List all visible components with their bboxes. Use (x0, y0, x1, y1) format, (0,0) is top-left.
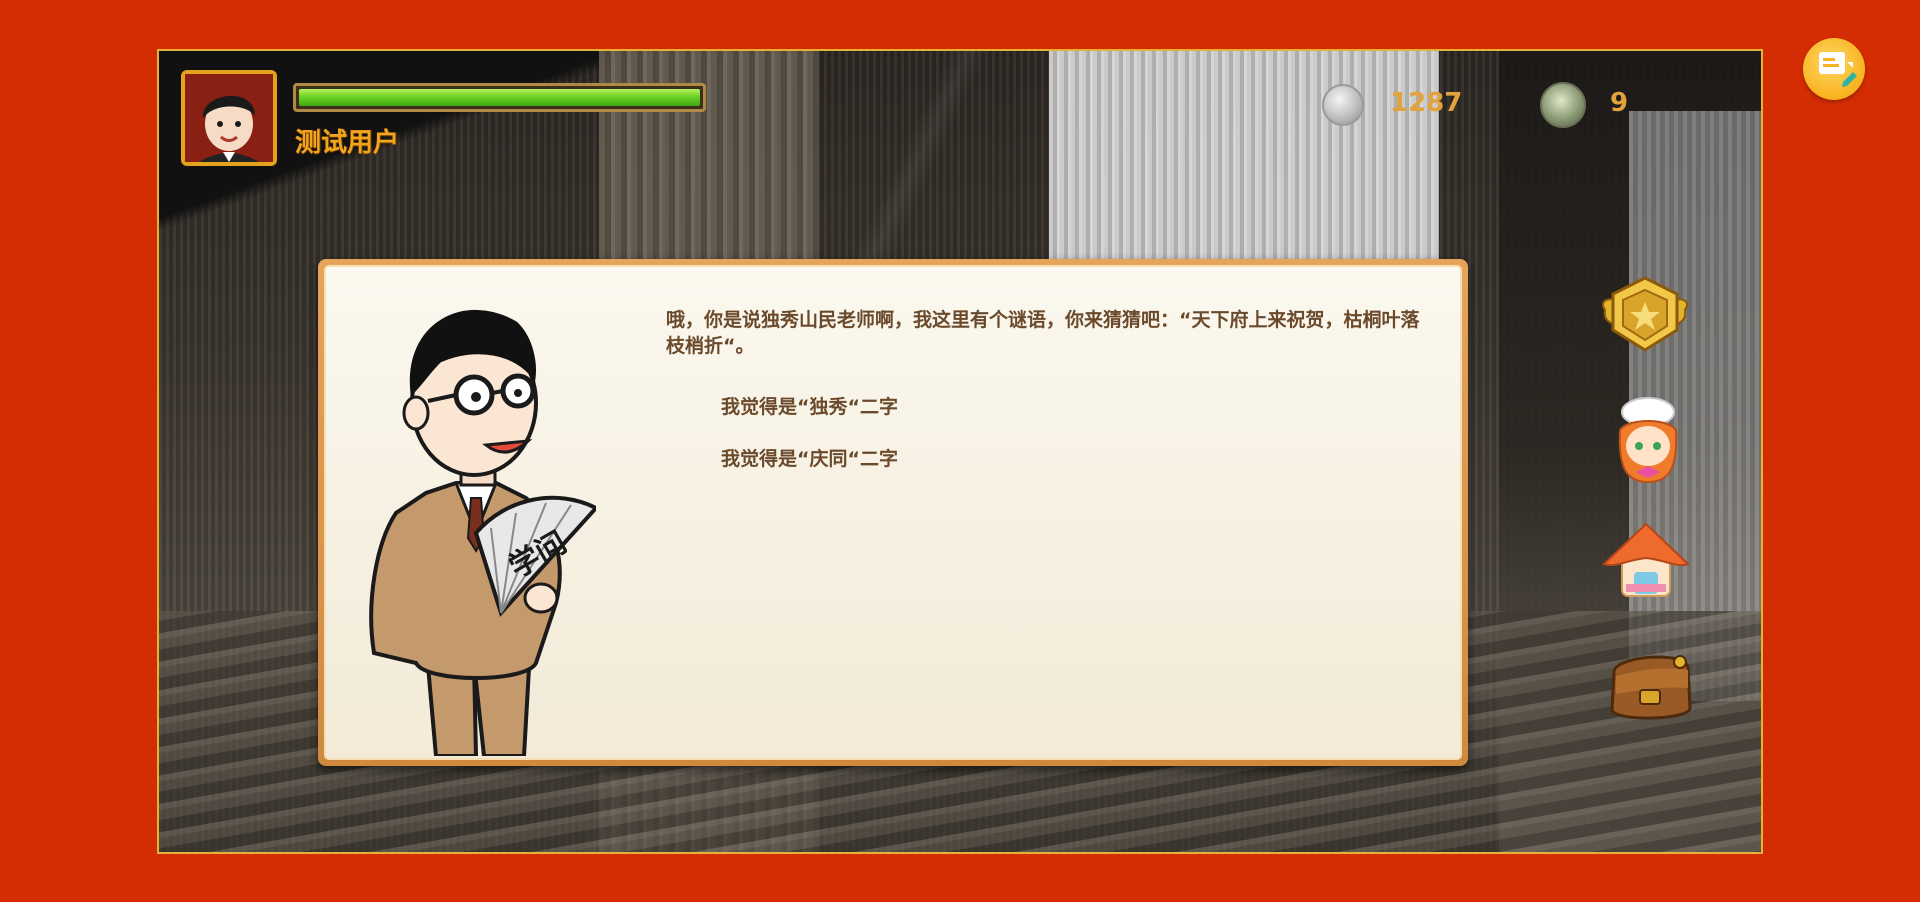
ticket-count: 9 (1610, 88, 1629, 118)
chat-button[interactable] (1803, 38, 1865, 100)
coin-count: 1287 (1390, 88, 1463, 118)
silver-coin-icon (1322, 84, 1364, 126)
chef-girl-icon (1618, 397, 1678, 484)
dialog-panel: 学问 哦，你是说独秀山民老师啊，我这里有个谜语，你来猜猜吧：“天下府上来祝贺，枯… (324, 265, 1462, 760)
badge-medal-icon (1602, 276, 1688, 352)
answer-option-1[interactable]: 我觉得是“独秀“二字 (721, 392, 898, 419)
answer-option-2[interactable]: 我觉得是“庆同“二字 (721, 444, 898, 471)
ticket-coin-icon (1540, 82, 1586, 128)
dialog-message: 哦，你是说独秀山民老师啊，我这里有个谜语，你来猜猜吧：“天下府上来祝贺，枯桐叶落… (666, 309, 1420, 357)
achievement-button[interactable] (1595, 268, 1695, 368)
player-avatar-icon[interactable] (181, 70, 277, 166)
character-button[interactable] (1598, 390, 1698, 490)
player-name: 测试用户 (295, 128, 400, 158)
house-button[interactable] (1596, 510, 1696, 610)
backpack-icon (1610, 655, 1692, 720)
dialog-box: 学问 哦，你是说独秀山民老师啊，我这里有个谜语，你来猜猜吧：“天下府上来祝贺，枯… (318, 259, 1468, 766)
chat-bubble-icon (1819, 52, 1857, 87)
bag-button[interactable] (1600, 632, 1700, 732)
hp-bar (293, 83, 706, 112)
house-icon (1602, 522, 1690, 597)
teacher-npc-portrait: 学问 (369, 309, 596, 756)
background-window (1049, 51, 1439, 281)
hp-bar-fill (299, 89, 700, 106)
